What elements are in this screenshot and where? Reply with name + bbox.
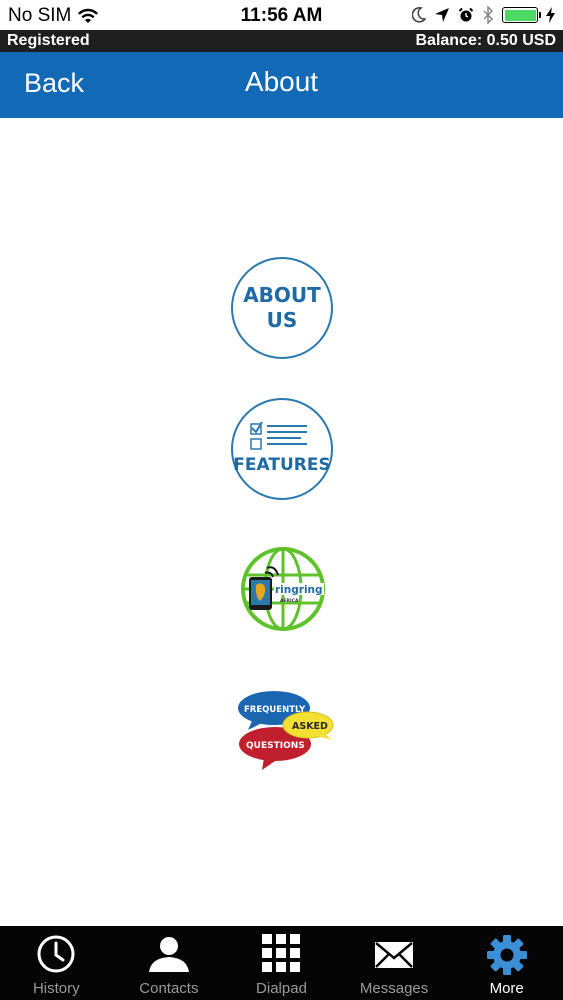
tab-more-label: More [489, 980, 524, 997]
ringring-sub: AFRICA [280, 598, 299, 604]
moon-icon [412, 7, 426, 23]
ringring-brand: ringring [275, 584, 323, 596]
tab-history[interactable]: History [0, 926, 113, 1000]
tab-more[interactable]: More [450, 926, 563, 1000]
checklist-icon [250, 421, 307, 450]
location-arrow-icon [435, 8, 449, 22]
navigation-bar: Back About [0, 52, 563, 118]
tab-messages-label: Messages [359, 980, 429, 997]
clock-icon [37, 935, 75, 973]
about-us-button[interactable]: ABOUT US [231, 257, 333, 359]
charging-bolt-icon [546, 7, 555, 23]
tab-bar: History Contacts Dialpad Messages More [0, 926, 563, 1000]
dialpad-icon [262, 934, 301, 972]
gear-icon [486, 935, 527, 975]
status-bar: No SIM 11:56 AM [0, 0, 563, 30]
about-us-line2: US [266, 308, 298, 332]
faq-speech-bubbles-icon: FREQUENTLY ASKED QUESTIONS [238, 691, 334, 770]
about-menu: ABOUT US FEATURES ringring AFRICA FREQUE… [0, 118, 563, 926]
account-bar: Registered Balance: 0.50 USD [0, 30, 563, 52]
back-button[interactable]: Back [24, 68, 84, 99]
status-icons [412, 6, 555, 24]
tab-dialpad[interactable]: Dialpad [225, 926, 338, 1000]
faq-word-frequently: FREQUENTLY [244, 705, 306, 715]
bluetooth-icon [483, 6, 494, 24]
features-label: FEATURES [233, 455, 331, 475]
battery-level [504, 9, 536, 21]
page-title: About [244, 66, 319, 97]
registration-status: Registered [7, 32, 90, 49]
about-us-line1: ABOUT [243, 283, 321, 307]
battery-icon [502, 7, 541, 23]
faq-button[interactable]: FREQUENTLY ASKED QUESTIONS [236, 688, 336, 772]
carrier-label: No SIM [8, 5, 72, 26]
alarm-icon [458, 7, 474, 22]
faq-word-asked: ASKED [292, 721, 328, 732]
envelope-icon [375, 942, 414, 968]
faq-word-questions: QUESTIONS [246, 741, 305, 751]
carrier: No SIM [8, 5, 99, 27]
person-icon [148, 937, 189, 972]
tab-contacts[interactable]: Contacts [113, 926, 226, 1000]
wifi-icon [78, 8, 99, 23]
balance-label: Balance: 0.50 USD [415, 32, 556, 49]
tab-contacts-label: Contacts [139, 980, 199, 997]
ringring-africa-button[interactable]: ringring AFRICA [238, 547, 328, 631]
globe-logo-icon: ringring AFRICA [241, 547, 325, 631]
tab-dialpad-label: Dialpad [256, 980, 307, 997]
tab-messages[interactable]: Messages [338, 926, 451, 1000]
tab-history-label: History [32, 980, 80, 997]
features-button[interactable]: FEATURES [231, 398, 333, 500]
